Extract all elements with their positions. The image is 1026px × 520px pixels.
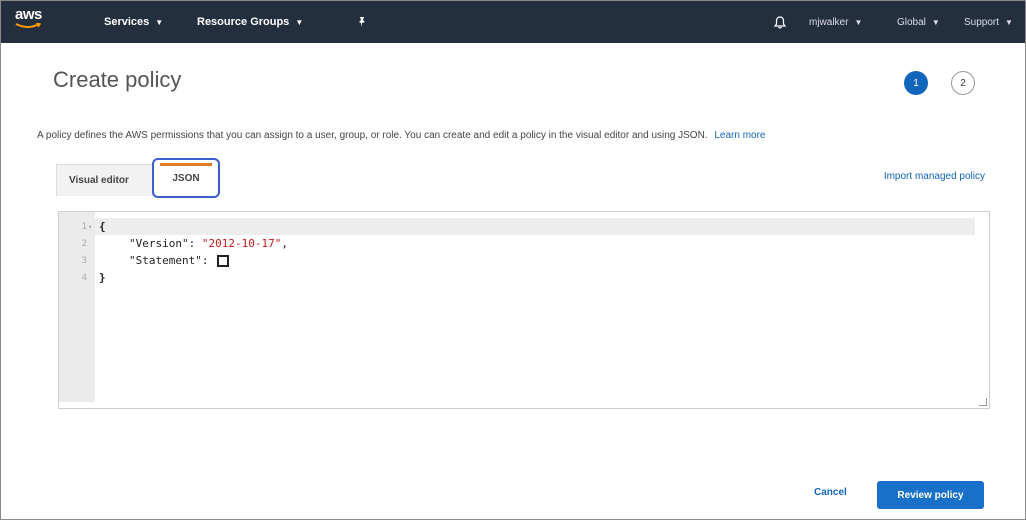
tab-visual-editor[interactable]: Visual editor bbox=[56, 164, 153, 196]
review-policy-button[interactable]: Review policy bbox=[877, 481, 984, 509]
code-text: { bbox=[99, 220, 106, 233]
aws-logo-text: aws bbox=[15, 6, 42, 23]
code-line: 3 "Statement": bbox=[59, 252, 230, 269]
chevron-down-icon: ▼ bbox=[1005, 17, 1013, 27]
tab-json[interactable]: JSON bbox=[152, 158, 220, 198]
page-title: Create policy bbox=[53, 67, 182, 92]
bell-icon bbox=[774, 15, 786, 29]
chevron-down-icon: ▼ bbox=[931, 17, 940, 27]
top-navigation-bar: aws Services ▼ Resource Groups ▼ mjwalke… bbox=[1, 1, 1025, 43]
code-line: 1 ▾ { bbox=[59, 218, 106, 235]
line-number: 4 bbox=[81, 272, 87, 283]
import-managed-policy-link[interactable]: Import managed policy bbox=[884, 171, 985, 182]
app-frame: aws Services ▼ Resource Groups ▼ mjwalke… bbox=[0, 0, 1026, 520]
pin-button[interactable] bbox=[356, 1, 368, 43]
code-line: 4 } bbox=[59, 269, 106, 286]
json-string-value: "2012-10-17" bbox=[201, 237, 282, 250]
code-text: } bbox=[99, 271, 106, 284]
json-key: "Version": bbox=[129, 237, 202, 250]
resource-groups-menu[interactable]: Resource Groups ▼ bbox=[197, 1, 303, 43]
chevron-down-icon: ▼ bbox=[155, 17, 164, 27]
resource-groups-label: Resource Groups bbox=[197, 16, 290, 28]
chevron-down-icon: ▼ bbox=[854, 17, 863, 27]
resize-handle[interactable] bbox=[979, 398, 987, 406]
fold-arrow-icon[interactable]: ▾ bbox=[88, 223, 92, 231]
notifications-button[interactable] bbox=[774, 1, 786, 43]
cancel-button[interactable]: Cancel bbox=[814, 487, 847, 498]
learn-more-link[interactable]: Learn more bbox=[714, 130, 765, 141]
aws-logo[interactable]: aws bbox=[15, 7, 49, 37]
chevron-down-icon: ▼ bbox=[295, 17, 304, 27]
code-line: 2 "Version": "2012-10-17", bbox=[59, 235, 288, 252]
support-menu[interactable]: Support ▼ bbox=[964, 1, 1013, 43]
services-menu[interactable]: Services ▼ bbox=[104, 1, 163, 43]
json-key: "Statement": bbox=[129, 254, 216, 267]
json-comma: , bbox=[281, 237, 288, 250]
line-number: 1 bbox=[81, 221, 87, 232]
support-label: Support bbox=[964, 16, 1000, 28]
step-indicator-2: 2 bbox=[951, 71, 975, 95]
code-text: "Statement": bbox=[129, 254, 230, 267]
account-menu[interactable]: mjwalker ▼ bbox=[809, 1, 862, 43]
active-line-highlight bbox=[95, 218, 975, 235]
pin-icon bbox=[359, 17, 365, 27]
aws-smile-icon bbox=[15, 23, 41, 28]
json-code-editor[interactable]: 1 ▾ { 2 "Version": "2012-10-17", 3 "Stat… bbox=[58, 211, 990, 409]
account-name: mjwalker bbox=[809, 16, 849, 28]
region-menu[interactable]: Global ▼ bbox=[897, 1, 940, 43]
line-number: 3 bbox=[81, 255, 87, 266]
code-text: "Version": "2012-10-17", bbox=[129, 237, 288, 250]
editor-tabs: Visual editor JSON bbox=[56, 158, 220, 198]
services-label: Services bbox=[104, 16, 150, 28]
line-number: 2 bbox=[81, 238, 87, 249]
description-text: A policy defines the AWS permissions tha… bbox=[37, 130, 708, 141]
step-indicator-1: 1 bbox=[904, 71, 928, 95]
policy-description: A policy defines the AWS permissions tha… bbox=[37, 130, 766, 141]
region-label: Global bbox=[897, 16, 926, 28]
empty-array-placeholder bbox=[217, 255, 230, 267]
